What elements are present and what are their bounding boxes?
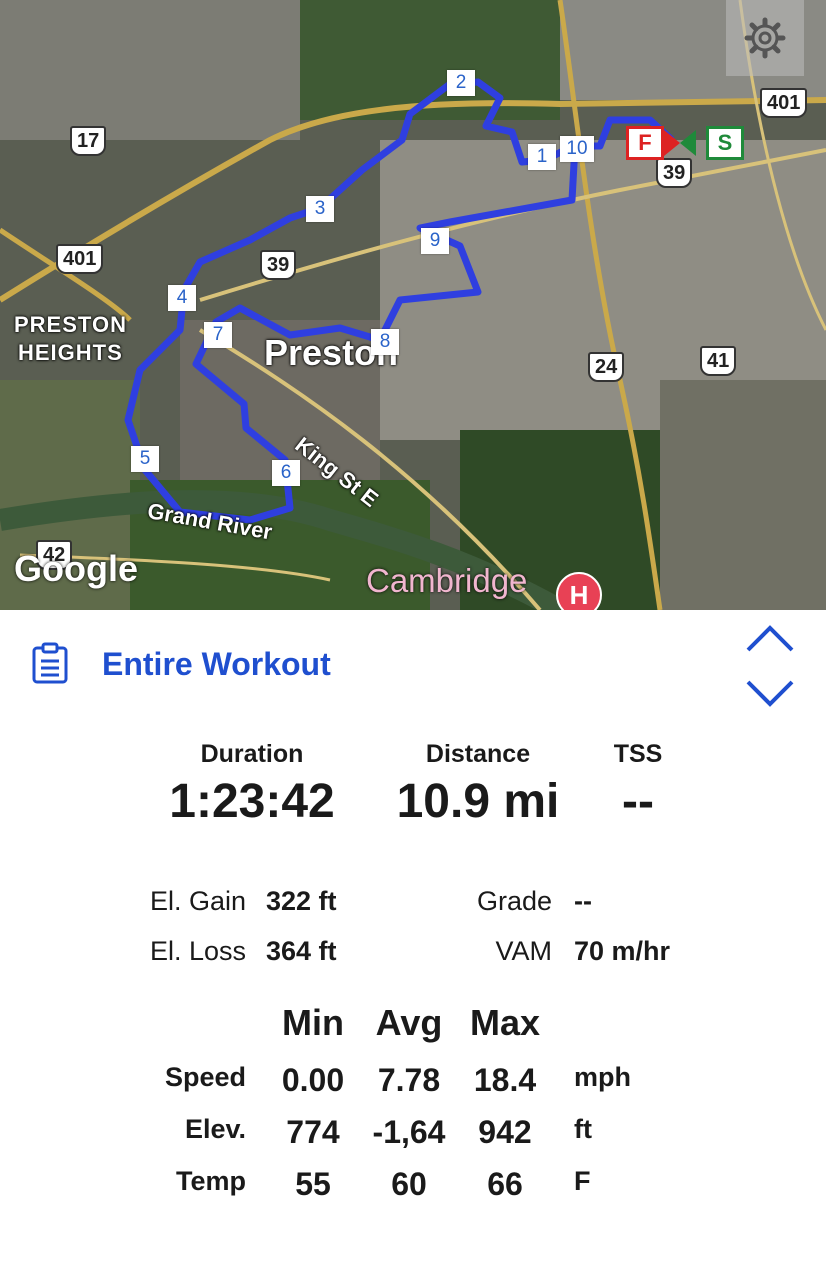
lap-marker[interactable]: 5 (131, 446, 159, 472)
tss-value: -- (622, 775, 654, 828)
elevation-avg: -1,64 (372, 1114, 446, 1150)
speed-label: Speed (164, 1062, 246, 1092)
speed-max: 18.4 (473, 1062, 537, 1098)
speed-min: 0.00 (281, 1062, 345, 1098)
elevation-min: 774 (286, 1114, 340, 1150)
finish-arrow-icon (664, 130, 696, 156)
temp-min: 55 (295, 1166, 331, 1202)
settings-button[interactable] (726, 0, 804, 76)
lap-marker[interactable]: 6 (272, 460, 300, 486)
avg-header: Avg (375, 1002, 443, 1043)
highway-shield: 401 (760, 88, 808, 118)
elevation-loss-label: El. Loss (149, 936, 246, 966)
tss-label: TSS (613, 740, 663, 768)
chevron-down-icon[interactable] (744, 678, 796, 708)
elevation-gain-value: 322 ft (266, 886, 337, 916)
temp-label: Temp (175, 1166, 246, 1196)
elevation-unit: ft (574, 1114, 592, 1144)
gear-icon (744, 17, 786, 59)
highway-shield: 401 (56, 244, 104, 274)
elevation-gain-label: El. Gain (149, 886, 246, 916)
chevron-up-icon[interactable] (744, 624, 796, 654)
place-label: Cambridge (366, 562, 528, 599)
vam-label: VAM (495, 936, 552, 966)
temp-unit: F (574, 1166, 591, 1196)
highway-shield: 39 (656, 158, 693, 188)
section-title[interactable]: Entire Workout (102, 646, 331, 683)
elevation-label: Elev. (184, 1114, 246, 1144)
grade-label: Grade (476, 886, 552, 916)
elevation-loss-value: 364 ft (266, 936, 337, 966)
min-header: Min (282, 1002, 344, 1043)
route-map[interactable]: 401 401 17 39 39 24 41 42 PRESTON HEIGHT… (0, 0, 826, 610)
lap-marker[interactable]: 4 (168, 285, 196, 311)
finish-marker[interactable]: F (626, 126, 664, 160)
lap-marker[interactable]: 3 (306, 196, 334, 222)
temp-max: 66 (487, 1166, 523, 1202)
highway-shield: 17 (70, 126, 107, 156)
lap-marker[interactable]: 9 (421, 228, 449, 254)
workout-summary-panel: Entire Workout Duration 1:23:42 Distance… (0, 610, 826, 1280)
highway-shield: 41 (700, 346, 737, 376)
elevation-max: 942 (478, 1114, 532, 1150)
duration-label: Duration (200, 740, 304, 768)
lap-marker[interactable]: 10 (560, 136, 594, 162)
temp-avg: 60 (391, 1166, 427, 1202)
max-header: Max (469, 1002, 541, 1043)
google-logo: Google (14, 548, 138, 589)
highway-shield: 24 (588, 352, 625, 382)
vam-value: 70 m/hr (574, 936, 671, 966)
clipboard-icon (32, 642, 68, 684)
start-marker[interactable]: S (706, 126, 744, 160)
place-label: HEIGHTS (18, 340, 123, 365)
duration-value: 1:23:42 (169, 775, 335, 828)
lap-marker[interactable]: 8 (371, 329, 399, 355)
place-label: PRESTON (14, 312, 127, 337)
speed-avg: 7.78 (377, 1062, 441, 1098)
speed-unit: mph (574, 1062, 631, 1092)
lap-marker[interactable]: 2 (447, 70, 475, 96)
lap-marker[interactable]: 7 (204, 322, 232, 348)
grade-value: -- (574, 886, 592, 916)
hospital-icon: H (556, 572, 602, 610)
highway-shield: 39 (260, 250, 297, 280)
lap-marker[interactable]: 1 (528, 144, 556, 170)
map-imagery (0, 0, 826, 610)
